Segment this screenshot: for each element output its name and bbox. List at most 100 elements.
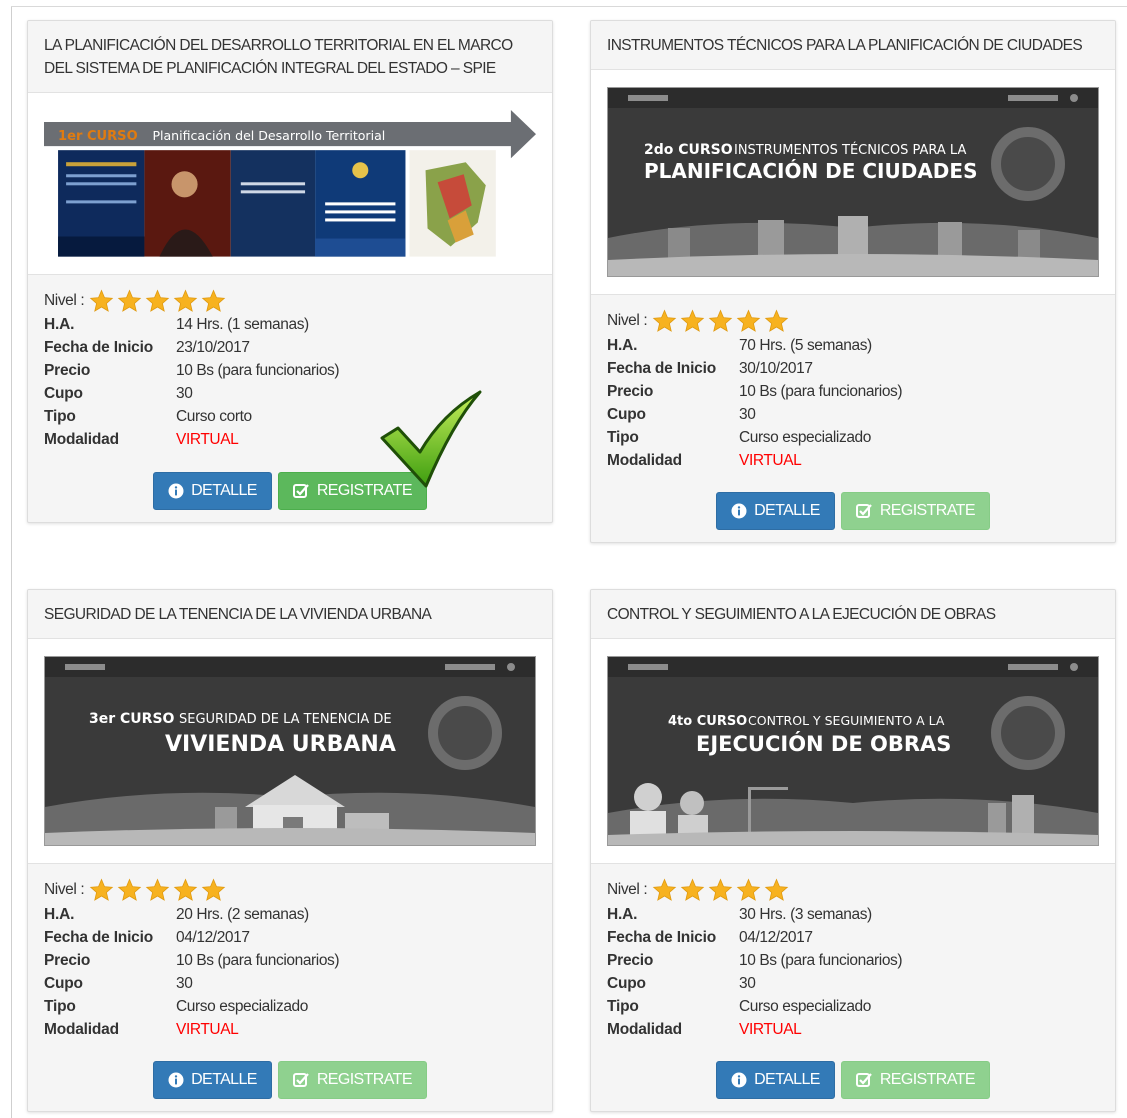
label-cupo: Cupo <box>44 385 83 403</box>
info-row-modalidad: Modalidad VIRTUAL <box>44 1018 536 1041</box>
value-tipo: Curso especializado <box>739 997 871 1015</box>
banner-line2: VIVIENDA URBANA <box>165 732 396 757</box>
info-row-tipo: Tipo Curso especializado <box>44 995 536 1018</box>
value-fecha: 04/12/2017 <box>176 928 250 946</box>
course-banner-area: 2do CURSO INSTRUMENTOS TÉCNICOS PARA LA … <box>591 70 1115 295</box>
detalle-button[interactable]: DETALLE <box>153 1061 272 1099</box>
label-fecha: Fecha de Inicio <box>607 359 716 377</box>
label-fecha: Fecha de Inicio <box>607 928 716 946</box>
course-title: SEGURIDAD DE LA TENENCIA DE LA VIVIENDA … <box>28 590 552 639</box>
detalle-label: DETALLE <box>191 1071 257 1088</box>
info-row-fecha: Fecha de Inicio 30/10/2017 <box>607 357 1099 380</box>
info-row-tipo: Tipo Curso especializado <box>607 995 1099 1018</box>
course-banner-area: 3er CURSO SEGURIDAD DE LA TENENCIA DE VI… <box>28 639 552 864</box>
course-title: LA PLANIFICACIÓN DEL DESARROLLO TERRITOR… <box>28 21 552 93</box>
info-circle-icon <box>168 483 184 499</box>
label-tipo: Tipo <box>607 997 639 1015</box>
registrate-button[interactable]: REGISTRATE <box>840 492 990 530</box>
value-fecha: 30/10/2017 <box>739 359 813 377</box>
course-card-4: CONTROL Y SEGUIMIENTO A LA EJECUCIÓN DE … <box>590 589 1116 1112</box>
label-ha: H.A. <box>607 905 638 923</box>
value-modalidad: VIRTUAL <box>739 451 802 469</box>
nivel-row: Nivel : <box>607 309 1099 333</box>
check-square-icon <box>855 503 873 519</box>
label-precio: Precio <box>607 382 654 400</box>
info-row-precio: Precio 10 Bs (para funcionarios) <box>607 949 1099 972</box>
banner-tag: 1er CURSO <box>58 129 138 144</box>
label-cupo: Cupo <box>44 974 83 992</box>
registrate-button[interactable]: REGISTRATE <box>840 1061 990 1099</box>
info-row-ha: H.A. 30 Hrs. (3 semanas) <box>607 903 1099 926</box>
check-square-icon <box>855 1072 873 1088</box>
info-row-fecha: Fecha de Inicio 23/10/2017 <box>44 337 536 360</box>
course-banner-1: 1er CURSO Planificación del Desarrollo T… <box>44 110 536 257</box>
label-precio: Precio <box>44 951 91 969</box>
check-square-icon <box>292 1072 310 1088</box>
star-icon <box>652 309 677 332</box>
detalle-button[interactable]: DETALLE <box>716 1061 835 1099</box>
label-modalidad: Modalidad <box>607 1020 682 1038</box>
nivel-row: Nivel : <box>44 289 536 313</box>
info-row-cupo: Cupo 30 <box>44 972 536 995</box>
value-cupo: 30 <box>739 974 756 992</box>
star-icon <box>201 289 226 312</box>
banner-line1: Planificación del Desarrollo Territorial <box>152 128 385 143</box>
value-cupo: 30 <box>176 385 193 403</box>
label-tipo: Tipo <box>44 997 76 1015</box>
star-icon <box>173 289 198 312</box>
info-row-tipo: Tipo Curso especializado <box>607 426 1099 449</box>
check-square-icon <box>292 483 310 499</box>
course-banner-4: 4to CURSO CONTROL Y SEGUIMIENTO A LA EJE… <box>607 656 1099 846</box>
value-precio: 10 Bs (para funcionarios) <box>176 362 340 380</box>
banner-line1: INSTRUMENTOS TÉCNICOS PARA LA <box>734 142 966 158</box>
star-icon <box>736 878 761 901</box>
info-row-ha: H.A. 20 Hrs. (2 semanas) <box>44 903 536 926</box>
nivel-row: Nivel : <box>44 878 536 902</box>
label-tipo: Tipo <box>44 408 76 426</box>
info-row-precio: Precio 10 Bs (para funcionarios) <box>44 949 536 972</box>
detalle-label: DETALLE <box>191 481 257 499</box>
star-icon <box>736 309 761 332</box>
checkmark-icon <box>380 390 482 488</box>
label-ha: H.A. <box>44 905 75 923</box>
banner-line1: SEGURIDAD DE LA TENENCIA DE <box>179 712 392 727</box>
course-title: CONTROL Y SEGUIMIENTO A LA EJECUCIÓN DE … <box>591 590 1115 639</box>
detalle-button[interactable]: DETALLE <box>153 471 272 510</box>
star-icon <box>89 289 114 312</box>
value-fecha: 04/12/2017 <box>739 928 813 946</box>
banner-tag: 2do CURSO <box>644 142 733 158</box>
star-icon <box>680 309 705 332</box>
star-icon <box>201 878 226 901</box>
value-ha: 70 Hrs. (5 semanas) <box>739 336 872 354</box>
label-modalidad: Modalidad <box>44 1020 119 1038</box>
value-precio: 10 Bs (para funcionarios) <box>176 951 340 969</box>
value-modalidad: VIRTUAL <box>176 1020 239 1038</box>
nivel-label: Nivel : <box>44 291 85 309</box>
banner-line2: PLANIFICACIÓN DE CIUDADES <box>644 159 977 183</box>
star-icon <box>89 878 114 901</box>
course-banner-3: 3er CURSO SEGURIDAD DE LA TENENCIA DE VI… <box>44 656 536 846</box>
label-precio: Precio <box>607 951 654 969</box>
info-row-modalidad: Modalidad VIRTUAL <box>607 449 1099 472</box>
info-row-precio: Precio 10 Bs (para funcionarios) <box>44 360 536 383</box>
label-fecha: Fecha de Inicio <box>44 339 153 357</box>
star-icon <box>708 309 733 332</box>
value-ha: 14 Hrs. (1 semanas) <box>176 316 309 334</box>
value-modalidad: VIRTUAL <box>739 1020 802 1038</box>
detalle-label: DETALLE <box>754 1071 820 1088</box>
value-ha: 30 Hrs. (3 semanas) <box>739 905 872 923</box>
star-icon <box>145 289 170 312</box>
page-top-border <box>11 0 1127 7</box>
info-row-ha: H.A. 70 Hrs. (5 semanas) <box>607 334 1099 357</box>
info-row-cupo: Cupo 30 <box>607 972 1099 995</box>
star-icon <box>145 878 170 901</box>
course-title: INSTRUMENTOS TÉCNICOS PARA LA PLANIFICAC… <box>591 21 1115 70</box>
label-modalidad: Modalidad <box>44 431 119 449</box>
value-precio: 10 Bs (para funcionarios) <box>739 951 903 969</box>
page-left-border <box>0 0 12 1118</box>
value-cupo: 30 <box>739 405 756 423</box>
detalle-button[interactable]: DETALLE <box>716 492 835 530</box>
label-precio: Precio <box>44 362 91 380</box>
course-banner-2: 2do CURSO INSTRUMENTOS TÉCNICOS PARA LA … <box>607 87 1099 277</box>
registrate-button[interactable]: REGISTRATE <box>277 1061 427 1099</box>
